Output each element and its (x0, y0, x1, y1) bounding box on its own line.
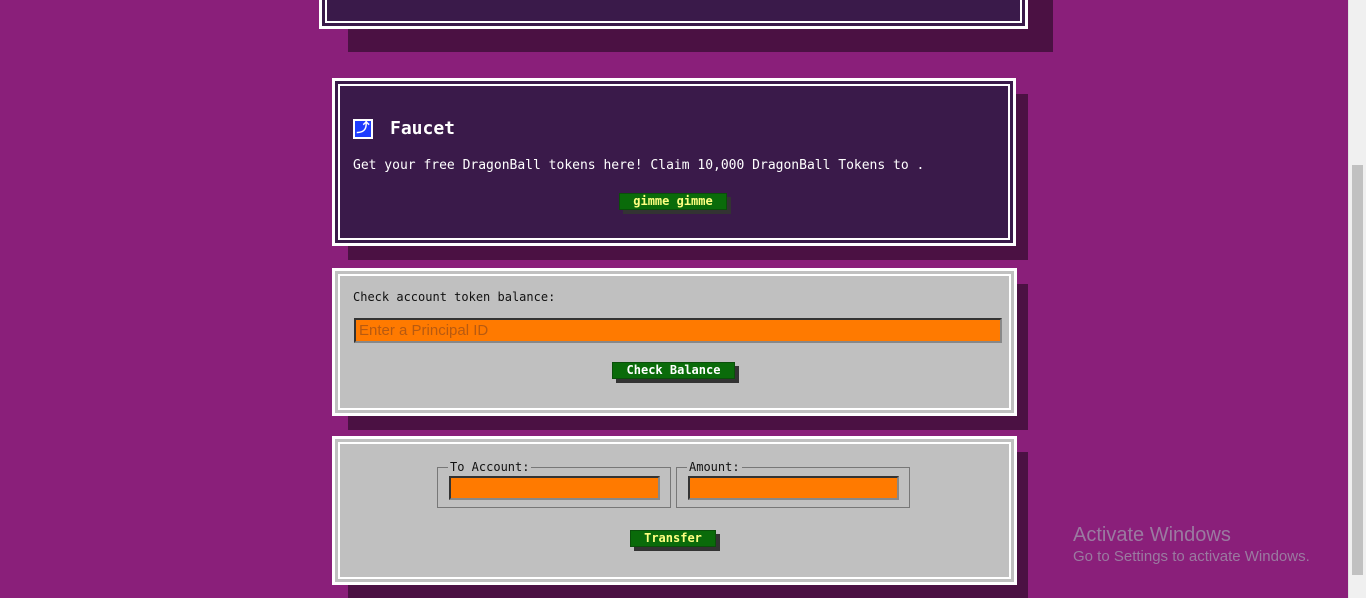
faucet-window-inner: ⤴ Faucet Get your free DragonBall tokens… (338, 84, 1010, 240)
vertical-scrollbar[interactable] (1348, 0, 1366, 598)
activate-windows-watermark: Activate Windows Go to Settings to activ… (1073, 523, 1310, 567)
scrollbar-thumb[interactable] (1352, 165, 1363, 575)
top-window (319, 0, 1028, 29)
transfer-window-inner: To Account: Amount: Transfer (338, 442, 1011, 579)
faucet-icon: ⤴ (353, 118, 373, 139)
transfer-window: To Account: Amount: Transfer (332, 436, 1017, 585)
to-account-input[interactable] (449, 476, 660, 500)
balance-window: Check account token balance: Check Balan… (332, 268, 1017, 416)
amount-legend: Amount: (689, 460, 740, 474)
activate-windows-subtitle: Go to Settings to activate Windows. (1073, 548, 1310, 565)
check-balance-button[interactable]: Check Balance (612, 362, 735, 379)
principal-id-input[interactable] (354, 318, 1002, 343)
to-account-legend: To Account: (450, 460, 530, 474)
faucet-title: Faucet (390, 118, 456, 139)
amount-input[interactable] (688, 476, 899, 500)
gimme-gimme-button[interactable]: gimme gimme (619, 193, 727, 210)
balance-window-inner: Check account token balance: Check Balan… (338, 274, 1011, 410)
page: ⤴ Faucet Get your free DragonBall tokens… (0, 0, 1366, 598)
balance-label: Check account token balance: (353, 290, 556, 304)
faucet-title-row: ⤴ Faucet (353, 118, 455, 139)
activate-windows-title: Activate Windows (1073, 524, 1231, 546)
faucet-description: Get your free DragonBall tokens here! Cl… (353, 158, 925, 173)
top-window-inner (325, 0, 1022, 23)
faucet-window: ⤴ Faucet Get your free DragonBall tokens… (332, 78, 1016, 246)
transfer-button[interactable]: Transfer (630, 530, 716, 547)
